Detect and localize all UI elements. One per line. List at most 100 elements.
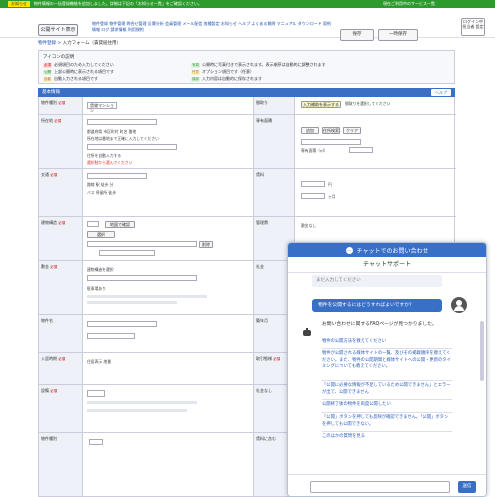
property-name-input[interactable] xyxy=(87,321,157,327)
placeholder-line xyxy=(87,401,197,404)
previous-message: まだ入力してください xyxy=(312,275,442,287)
field-label: 専有面積 xyxy=(253,115,295,168)
field-label: 入居時期 必須 xyxy=(39,353,83,384)
field-label: 敷金 必須 xyxy=(39,261,83,314)
structure-input[interactable] xyxy=(87,221,99,227)
equipment-select[interactable] xyxy=(87,390,105,397)
deposit-none-text[interactable]: 敷金なし xyxy=(301,223,316,229)
address-note-text: 所在地は番地まで正確に入力してください xyxy=(87,136,159,141)
notice-tag: お知らせ xyxy=(8,1,30,7)
add-button[interactable]: 追加 xyxy=(301,127,319,134)
bot-icon xyxy=(302,328,312,338)
user-card[interactable]: ログイン中 担当者 設定 xyxy=(461,18,485,36)
faq-link[interactable]: 「公開」ボタンを押しても反映が確認できません。「公開」ボタンを押しても公開できな… xyxy=(322,415,452,428)
field-label: 物件名 xyxy=(39,315,83,352)
breadcrumb-current: 入力フォーム（賃貸居住用） xyxy=(62,41,122,46)
faq-divider xyxy=(322,399,452,400)
field-label: 設備 必須 xyxy=(39,385,83,432)
faq-link[interactable]: 「公開に必要な情報が不足しているため公開できません」とエラーが出て、公開できませ… xyxy=(322,383,452,396)
user-message: 物件を公開するにはどうすればよいですか？ xyxy=(312,299,442,312)
legend-item: 保存 入力内容は自動的に保存されます xyxy=(191,76,262,82)
public-site-button[interactable]: 公開サイト表示 xyxy=(38,24,78,36)
area-label: 専有面積（㎡） xyxy=(301,148,328,153)
chat-subheader: チャットサポート xyxy=(288,257,486,273)
chat-bubble-icon: … xyxy=(345,246,353,254)
notice-right-link[interactable]: 現在ご利用中のサービス一覧 xyxy=(383,1,435,7)
deposit-input[interactable] xyxy=(301,193,325,199)
address-warning-text: 選択肢から選んでください xyxy=(87,160,133,165)
chat-message-input[interactable] xyxy=(310,481,450,493)
save-button[interactable]: 保存 xyxy=(340,29,374,41)
map-check-button[interactable]: 地図で確認 xyxy=(105,221,135,228)
legend-item: 自動 自動入力される項目です xyxy=(43,76,98,82)
address-format-text: 都道府県 市区町村 町名 番地 xyxy=(87,129,137,134)
field-label: 物件種別 xyxy=(39,433,83,496)
chat-header-title: チャットでのお問い合わせ xyxy=(356,247,429,255)
field-label: 物件種別 必須 xyxy=(39,97,83,114)
form-row: 交通 必須 路線 駅 徒歩 分 バス 停留所 徒歩 賃料 円 ヶ月 xyxy=(39,169,456,217)
property-type-select[interactable]: 賃貸マンション xyxy=(87,102,117,113)
field-label: 所在地 必須 xyxy=(39,115,83,168)
legend-item: 任意 オプション項目です（任意） xyxy=(191,69,254,75)
photo-mark-icon: 写真 xyxy=(191,63,200,68)
breadcrumb-prefix[interactable]: 物件登録 > xyxy=(38,41,61,46)
bus-text: バス 停留所 徒歩 xyxy=(87,190,116,195)
section-title: 基本情報 xyxy=(42,90,60,95)
property-kana-input[interactable] xyxy=(87,333,135,339)
field-label: 間取り xyxy=(253,97,295,114)
faq-divider xyxy=(322,348,452,349)
helper-text: 間取りを選択してください xyxy=(345,101,391,106)
auto-address-checkbox[interactable]: 住所を自動入力する xyxy=(87,153,121,159)
chat-scrollbar[interactable] xyxy=(480,321,484,381)
notice-bar: お知らせ 物件情報の一括登録機能を追加しました。詳細は下記の「お知らせ一覧」をご… xyxy=(0,0,495,8)
nav-links[interactable]: 物件登録 物件管理 問合せ管理 反響分析 会員管理 メール配信 各種設定 お知ら… xyxy=(92,21,332,33)
section-header: 基本情報 ヘルプ xyxy=(38,88,455,97)
area-value-input[interactable] xyxy=(349,147,373,153)
faq-more-link[interactable]: このほかの質問を見る xyxy=(322,434,452,441)
building-input[interactable] xyxy=(87,241,197,247)
faq-link[interactable]: 公開終了後の物件を再度公開したい xyxy=(322,402,452,409)
input-helper-button[interactable]: 入力補助を表示する xyxy=(301,101,341,108)
chat-send-button[interactable]: 送信 xyxy=(458,481,476,493)
address-detail-input[interactable] xyxy=(87,144,177,150)
field-label: 賃料 xyxy=(253,169,295,216)
extra-input[interactable] xyxy=(89,439,103,445)
required-mark-icon: 必須 xyxy=(43,63,52,68)
faq-link[interactable]: 物件の公開方法を教えてください xyxy=(322,339,452,346)
notice-text[interactable]: 物件情報の一括登録機能を追加しました。詳細は下記の「お知らせ一覧」をご確認くださ… xyxy=(34,1,202,7)
public-mark-icon: 公開 xyxy=(43,70,52,75)
faq-link[interactable]: 物件が公開される媒体サイトの一覧、及びその掲載順序を教えてください。また、物件の… xyxy=(322,351,452,371)
address-input[interactable] xyxy=(87,119,157,125)
display-text: 住居表示 地番 xyxy=(87,359,111,364)
chat-input-area: 送信 xyxy=(288,474,486,496)
building-detail-input[interactable] xyxy=(99,250,155,256)
line-input[interactable] xyxy=(87,173,147,179)
legend-item: 必須 必須項目のため入力してください xyxy=(43,62,114,68)
clear-button[interactable]: クリア xyxy=(343,127,361,134)
deposit-unit-text: ヶ月 xyxy=(328,194,336,199)
faq-divider xyxy=(322,431,452,432)
form-row: 物件種別 必須 賃貸マンション 間取り 入力補助を表示する 間取りを選択してくだ… xyxy=(39,97,456,115)
legend-panel: アイコンの説明 必須 必須項目のため入力してください 公開 上部公開時に表示される項… xyxy=(38,50,455,84)
option-mark-icon: 任意 xyxy=(191,70,200,75)
draft-save-button[interactable]: 一時保存 xyxy=(378,29,418,41)
user-avatar-icon xyxy=(451,297,467,313)
parking-checkbox[interactable]: 駐車場あり xyxy=(87,286,106,292)
address-search-button[interactable]: 住所検索 xyxy=(322,127,340,134)
select-button[interactable]: 選択 xyxy=(87,231,115,238)
field-label: 交通 必須 xyxy=(39,169,83,216)
area-input[interactable] xyxy=(301,139,361,145)
help-button[interactable]: ヘルプ xyxy=(431,89,451,96)
chat-messages[interactable]: まだ入力してください 物件を公開するにはどうすればよいですか？ お問い合わせに関… xyxy=(288,273,486,474)
structure-detail-input[interactable] xyxy=(87,275,197,281)
delete-button[interactable]: 削除 xyxy=(199,241,213,248)
chat-header: … チャットでのお問い合わせ xyxy=(288,243,486,257)
structure-select-text[interactable]: 建物構造を選択 xyxy=(87,267,114,273)
rent-input[interactable] xyxy=(301,181,325,187)
placeholder-line xyxy=(87,295,207,298)
chat-widget: … チャットでのお問い合わせ チャットサポート まだ入力してください 物件を公開… xyxy=(287,242,487,497)
bot-message: お問い合わせに関するFAQページが見つかりました。 xyxy=(322,322,437,327)
transport-text: 路線 駅 徒歩 分 xyxy=(87,182,114,187)
breadcrumb: 物件登録 > 入力フォーム（賃貸居住用） xyxy=(38,40,121,46)
legend-item: 写真 公開時に写真付きで表示されます。表示順序は自動的に調整されます xyxy=(191,62,326,68)
